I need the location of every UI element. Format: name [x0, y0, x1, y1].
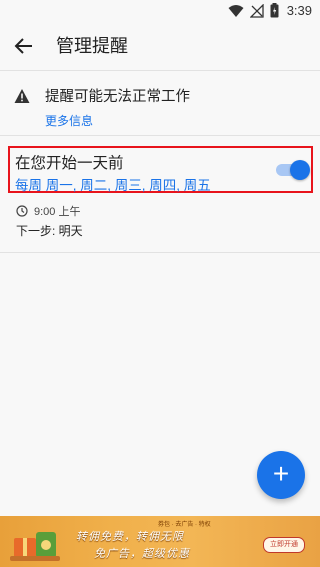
wifi-icon: [228, 4, 244, 17]
divider: [0, 252, 320, 253]
reminder-toggle[interactable]: [276, 160, 310, 180]
gift-icon: [10, 532, 60, 561]
next-step-text: 下一步: 明天: [16, 224, 83, 238]
arrow-back-icon: [14, 38, 32, 54]
divider: [0, 135, 320, 136]
no-signal-icon: [249, 3, 264, 18]
app-bar: 管理提醒: [0, 22, 320, 70]
reminder-time-row: 9:00 上午: [16, 203, 80, 219]
ad-subline: 免广告，超级优惠: [94, 548, 190, 560]
battery-icon: [270, 3, 279, 18]
reminder-time: 9:00 上午: [34, 206, 81, 218]
status-icons: 3:39: [228, 3, 312, 18]
add-reminder-button[interactable]: +: [257, 451, 305, 499]
ad-banner[interactable]: 券包 · 去广告 · 特权 转佣免费，转佣无限 免广告，超级优惠 立即开通: [0, 516, 320, 567]
toggle-thumb: [290, 160, 310, 180]
page-title: 管理提醒: [56, 36, 128, 56]
warning-icon: [14, 89, 30, 103]
plus-icon: +: [272, 458, 290, 489]
ad-headline: 转佣免费，转佣无限: [76, 531, 184, 543]
back-button[interactable]: [12, 34, 36, 58]
ad-tags: 券包 · 去广告 · 特权: [158, 522, 211, 528]
status-time: 3:39: [286, 3, 312, 18]
reminder-title: 在您开始一天前: [15, 155, 124, 172]
status-bar: 3:39: [0, 0, 320, 22]
reminder-row[interactable]: 在您开始一天前 每周 周一, 周二, 周三, 周四, 周五: [8, 146, 313, 193]
ad-open-button[interactable]: 立即开通: [263, 537, 305, 553]
warning-message: 提醒可能无法正常工作: [45, 89, 190, 105]
warning-card: 提醒可能无法正常工作 更多信息: [0, 71, 320, 135]
reminder-days: 每周 周一, 周二, 周三, 周四, 周五: [15, 178, 211, 193]
clock-icon: [16, 205, 28, 217]
more-info-link[interactable]: 更多信息: [45, 112, 93, 129]
